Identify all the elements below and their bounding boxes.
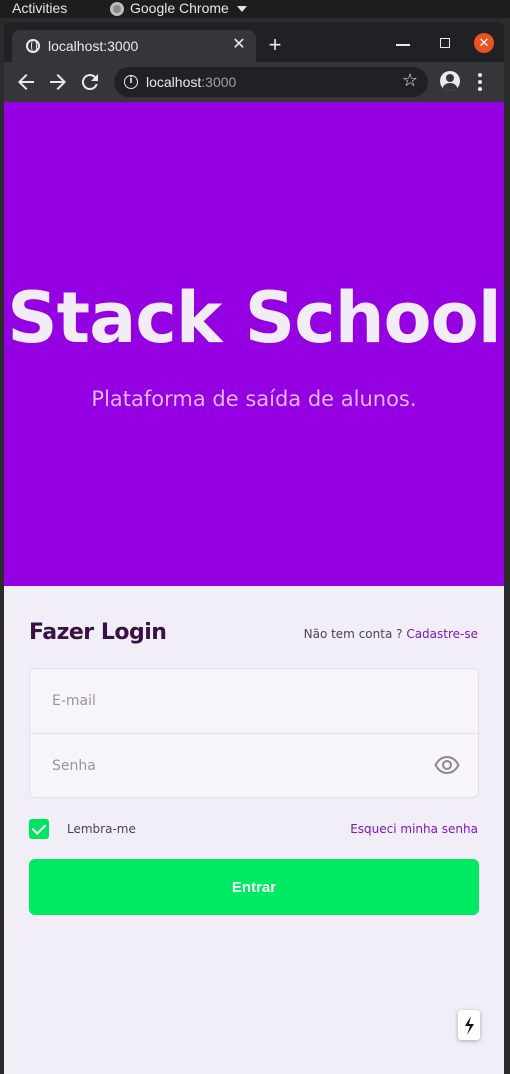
lightning-icon[interactable] [458,1010,480,1040]
remember-label: Lembra-me [67,822,136,836]
profile-avatar-icon[interactable] [440,71,460,91]
app-name: Google Chrome [130,0,229,16]
signup-prompt: Não tem conta ? Cadastre-se [304,626,478,642]
tab-close-icon[interactable]: ✕ [230,36,248,54]
remember-checkbox[interactable] [29,819,49,839]
tab-title: localhost:3000 [48,38,139,54]
login-fields [29,668,479,798]
forgot-password-link[interactable]: Esqueci minha senha [350,821,478,837]
minimize-button[interactable] [396,44,410,46]
eye-icon[interactable] [434,754,460,776]
password-field-wrapper [30,733,478,797]
address-bar[interactable]: i localhost:3000 ☆ [114,67,428,97]
hero-banner: Stack School Plataforma de saída de alun… [4,102,504,586]
url-text: localhost:3000 [146,74,237,90]
signup-link[interactable]: Cadastre-se [406,627,478,641]
maximize-button[interactable] [440,38,450,48]
hero-subtitle: Plataforma de saída de alunos. [91,387,417,411]
browser-window: localhost:3000 ✕ + ✕ i localhost:3000 ☆ … [4,22,504,1074]
reload-icon[interactable] [78,70,102,94]
window-close-button[interactable]: ✕ [474,33,494,53]
email-field-wrapper [30,669,478,733]
page-viewport: Stack School Plataforma de saída de alun… [4,102,504,1074]
remember-me[interactable]: Lembra-me [29,819,136,839]
app-menu[interactable]: Google Chrome [110,0,247,17]
globe-icon [26,39,40,53]
forward-arrow-icon[interactable] [46,70,70,94]
browser-toolbar: i localhost:3000 ☆ [4,62,504,102]
tab-strip: localhost:3000 ✕ + ✕ [4,22,504,62]
hero-title: Stack School [7,277,501,359]
login-submit-button[interactable]: Entrar [29,859,479,915]
login-panel: Fazer Login Não tem conta ? Cadastre-se [4,586,504,1074]
activities-button[interactable]: Activities [12,0,67,17]
back-arrow-icon[interactable] [14,70,38,94]
new-tab-button[interactable]: + [264,34,286,56]
bookmark-star-icon[interactable]: ☆ [402,71,418,91]
no-account-text: Não tem conta ? [303,627,403,641]
browser-menu-icon[interactable] [478,73,482,91]
browser-tab[interactable]: localhost:3000 ✕ [12,30,256,62]
login-title: Fazer Login [29,620,167,645]
email-input[interactable] [52,689,412,713]
password-input[interactable] [52,754,412,778]
os-top-bar: Activities Google Chrome [0,0,510,18]
caret-down-icon [236,5,247,12]
site-info-icon[interactable]: i [124,75,138,89]
chrome-icon [110,1,124,16]
